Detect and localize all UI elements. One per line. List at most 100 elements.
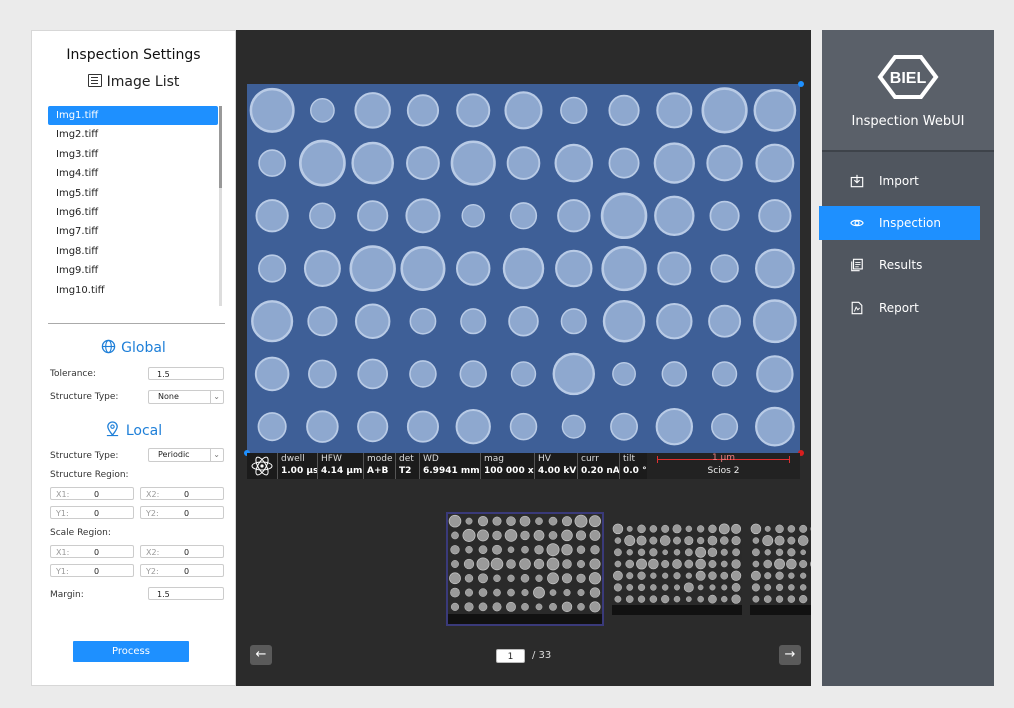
structure-region-y2-input[interactable]: Y2: 0: [140, 506, 224, 519]
tolerance-input[interactable]: 1.5: [148, 367, 224, 380]
settings-title: Inspection Settings: [66, 47, 201, 63]
info-cell-title: mag: [484, 454, 504, 464]
info-cell-title: det: [399, 454, 414, 464]
margin-input[interactable]: 1.5: [148, 587, 224, 600]
pillar: [685, 596, 692, 602]
image-list-item[interactable]: Img6.tiff: [48, 203, 218, 222]
pillar: [637, 524, 646, 534]
sem-image[interactable]: [247, 84, 800, 453]
pillar: [533, 530, 545, 541]
pillar: [711, 413, 739, 441]
settings-panel: Inspection Settings Image List Img1.tiff…: [31, 30, 236, 686]
pillar: [720, 536, 729, 545]
pillar: [561, 573, 573, 584]
pillar: [775, 524, 784, 534]
global-structure-type-select[interactable]: None ⌄: [148, 390, 224, 404]
pillar: [673, 572, 681, 580]
x2-value: 0: [184, 490, 190, 499]
nav-item-report[interactable]: Report: [822, 291, 994, 325]
image-list-item[interactable]: Img4.tiff: [48, 164, 218, 183]
pillar: [456, 93, 491, 128]
image-list-item[interactable]: Img5.tiff: [48, 184, 218, 203]
scale-bar-box: 1 µm Scios 2: [647, 453, 800, 479]
prev-image-button[interactable]: ←: [250, 645, 272, 665]
pillar: [464, 574, 474, 583]
pillar: [756, 355, 794, 393]
process-button[interactable]: Process: [73, 641, 189, 662]
nav-item-import[interactable]: Import: [822, 164, 994, 198]
local-structure-type-select[interactable]: Periodic ⌄: [148, 448, 224, 462]
info-cell-title: WD: [423, 454, 439, 464]
roi-handle-top-right[interactable]: [798, 81, 804, 87]
thumbnail-2[interactable]: [612, 523, 742, 615]
pillar: [636, 558, 647, 570]
image-list-item[interactable]: Img3.tiff: [48, 145, 218, 164]
structure-region-y1-input[interactable]: Y1: 0: [50, 506, 134, 519]
image-list-scroll-thumb[interactable]: [219, 106, 222, 188]
arrow-right-icon: →: [784, 647, 796, 662]
pillar: [508, 305, 539, 337]
thumbnail-3[interactable]: [750, 523, 811, 615]
image-list-item[interactable]: Img8.tiff: [48, 242, 218, 261]
pillar: [450, 545, 460, 555]
global-structure-type-label: Structure Type:: [50, 392, 119, 402]
pillar: [535, 517, 543, 525]
info-cell-value: 4.00 kV: [538, 466, 577, 476]
pillar: [521, 589, 529, 597]
image-list-item[interactable]: Img7.tiff: [48, 222, 218, 241]
pillar: [463, 558, 475, 570]
pillar: [600, 192, 648, 240]
info-cell-title: mode: [367, 454, 393, 464]
pillar: [478, 545, 488, 555]
pillar: [755, 406, 795, 447]
pillar: [701, 87, 748, 134]
pillar: [708, 594, 717, 604]
next-image-button[interactable]: →: [779, 645, 801, 665]
thumbnail-image: [612, 523, 742, 605]
pillar: [764, 584, 772, 591]
scale-region-x2-input[interactable]: X2: 0: [140, 545, 224, 558]
pillar: [478, 588, 488, 597]
pillar: [492, 516, 502, 526]
pillar: [685, 572, 692, 579]
scale-region-y2-input[interactable]: Y2: 0: [140, 564, 224, 577]
pillar: [786, 558, 797, 570]
scale-region-y1-input[interactable]: Y1: 0: [50, 564, 134, 577]
pillar: [625, 595, 634, 603]
y1-value: 0: [94, 509, 100, 518]
page-number-input[interactable]: 1: [496, 649, 525, 663]
pillar: [800, 572, 807, 579]
info-cell-value: T2: [399, 466, 412, 476]
pillar: [549, 602, 557, 611]
nav-item-inspection[interactable]: Inspection: [819, 206, 980, 240]
info-cell-value: A+B: [367, 466, 389, 476]
image-list-item[interactable]: Img2.tiff: [48, 125, 218, 144]
nav-item-results[interactable]: Results: [822, 248, 994, 282]
structure-region-x2-input[interactable]: X2: 0: [140, 487, 224, 500]
pillar: [589, 530, 601, 541]
pillar: [706, 144, 743, 182]
structure-region-x1-input[interactable]: X1: 0: [50, 487, 134, 500]
pillar: [478, 573, 488, 584]
info-cell-wd: WD 6.9941 mm: [419, 453, 480, 479]
pillar: [510, 361, 537, 387]
pillar: [614, 560, 622, 568]
pillar: [614, 537, 622, 544]
pillar: [589, 515, 601, 528]
pillar: [533, 586, 545, 599]
thumbnail-1[interactable]: [448, 514, 602, 624]
pillar: [637, 548, 646, 556]
nav-label: Inspection: [879, 216, 941, 230]
pillar: [637, 583, 646, 592]
image-list-item[interactable]: Img9.tiff: [48, 261, 218, 280]
info-cell-mode: mode A+B: [363, 453, 393, 479]
local-heading-label: Local: [125, 423, 163, 439]
local-structure-type-label: Structure Type:: [50, 451, 119, 461]
image-list-item[interactable]: Img1.tiff: [48, 106, 218, 126]
pillar: [752, 548, 760, 557]
image-list-item[interactable]: Img10.tiff: [48, 281, 218, 300]
scale-region-x1-input[interactable]: X1: 0: [50, 545, 134, 558]
results-icon: [851, 258, 863, 272]
globe-icon: [101, 339, 116, 354]
pillar: [731, 583, 741, 592]
